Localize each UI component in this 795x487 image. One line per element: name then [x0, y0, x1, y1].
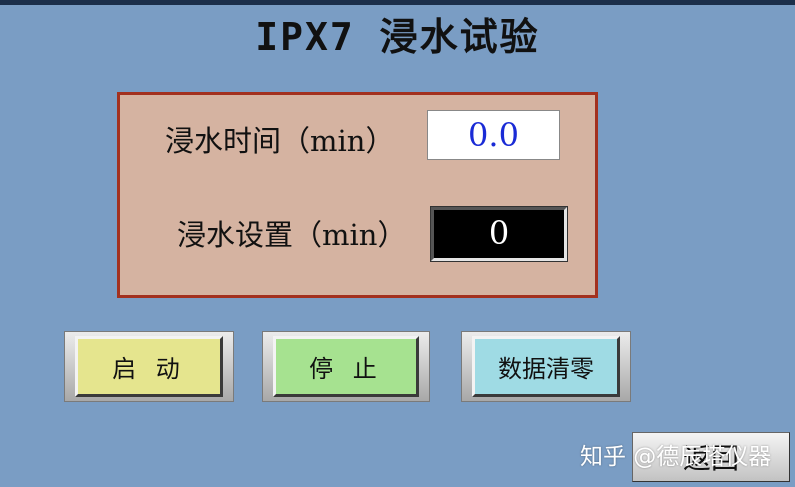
soak-time-label: 浸水时间（min）: [165, 124, 395, 158]
soak-setting-label: 浸水设置（min）: [177, 218, 407, 252]
start-button[interactable]: 启 动: [75, 336, 223, 397]
watermark-text: 知乎 @德辰塔仪器: [580, 444, 772, 470]
stop-button[interactable]: 停 止: [273, 336, 419, 397]
stop-button-frame: 停 止: [262, 331, 430, 402]
page-title: IPX7 浸水试验: [255, 15, 540, 59]
soak-time-display: 0.0: [427, 110, 560, 160]
top-border-strip: [0, 0, 795, 5]
soak-setting-input[interactable]: 0: [430, 206, 568, 262]
clear-data-button[interactable]: 数据清零: [472, 336, 620, 397]
start-button-frame: 启 动: [64, 331, 234, 402]
clear-data-button-frame: 数据清零: [461, 331, 631, 402]
